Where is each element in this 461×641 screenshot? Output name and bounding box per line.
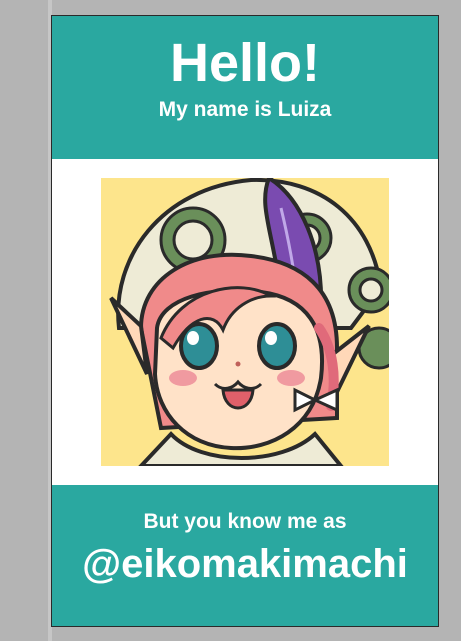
editor-workspace: { "card": { "greeting": "Hello!", "name_… [0,0,461,641]
social-handle: @eikomakimachi [82,542,408,586]
name-text: My name is Luiza [158,98,332,121]
known-as-text: But you know me as [143,510,347,533]
card-header: Hello! My name is Luiza [52,16,438,159]
name-card: Hello! My name is Luiza But you know me … [51,15,439,627]
greeting-heading: Hello! [169,33,320,93]
chibi-character-portrait-icon [109,178,389,466]
avatar-illustration [101,178,389,466]
card-footer: But you know me as @eikomakimachi [52,485,438,626]
